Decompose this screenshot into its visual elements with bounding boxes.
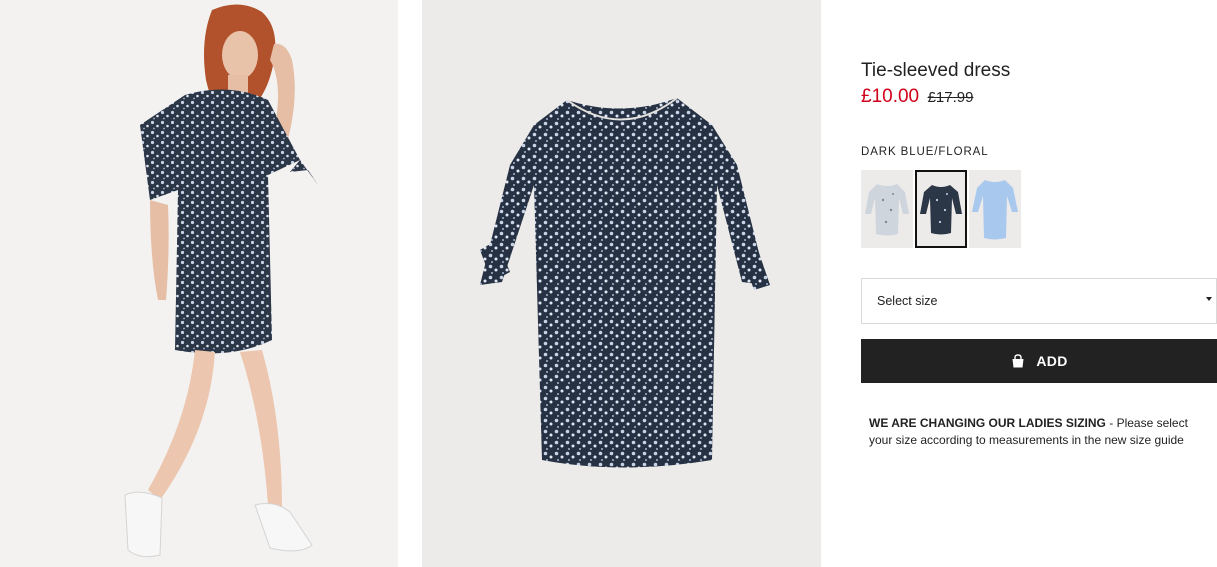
sale-price: £10.00 bbox=[861, 86, 920, 107]
product-image-flat[interactable] bbox=[422, 0, 821, 567]
swatch-dark-blue-floral[interactable] bbox=[915, 170, 967, 248]
shopping-bag-icon bbox=[1010, 353, 1026, 369]
size-select[interactable]: Select size bbox=[861, 278, 1217, 324]
sizing-notice-heading: WE ARE CHANGING OUR LADIES SIZING bbox=[869, 416, 1106, 430]
product-image-model[interactable] bbox=[0, 0, 398, 567]
original-price: £17.99 bbox=[927, 89, 974, 106]
add-button-label: ADD bbox=[1036, 353, 1068, 369]
product-title: Tie-sleeved dress bbox=[861, 60, 1011, 81]
sizing-notice: WE ARE CHANGING OUR LADIES SIZING - Plea… bbox=[869, 415, 1214, 448]
swatch-light-floral[interactable] bbox=[861, 170, 913, 248]
chevron-down-icon bbox=[1206, 297, 1212, 301]
selected-color-label: DARK BLUE/FLORAL bbox=[861, 146, 989, 158]
product-details-panel: Tie-sleeved dress £10.00 £17.99 DARK BLU… bbox=[861, 0, 1217, 567]
size-select-placeholder: Select size bbox=[877, 294, 938, 308]
price-container: £10.00 £17.99 bbox=[861, 86, 973, 108]
swatch-light-blue[interactable] bbox=[969, 170, 1021, 248]
color-swatches bbox=[861, 170, 1021, 248]
add-to-bag-button[interactable]: ADD bbox=[861, 339, 1217, 383]
